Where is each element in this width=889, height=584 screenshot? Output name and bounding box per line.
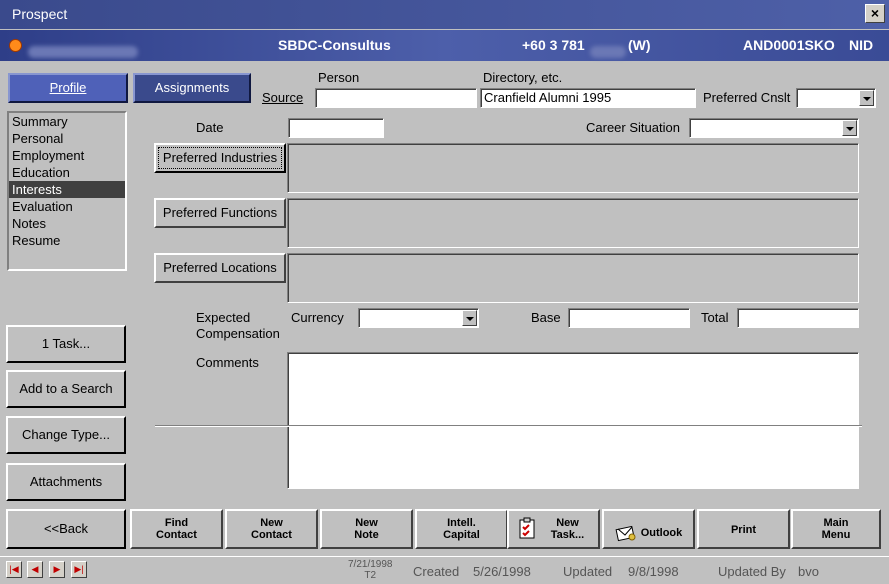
outlook-label: Outlook <box>640 526 683 539</box>
source-label: Source <box>262 90 304 105</box>
task-checklist-icon <box>519 517 535 539</box>
status-date-block: 7/21/1998 T2 <box>348 559 393 581</box>
print-label: Print <box>730 524 757 536</box>
new-note-label-2: Note <box>354 529 379 541</box>
record-header: SBDC-Consultus +60 3 781 (W) AND0001SKO … <box>0 30 889 61</box>
new-task-label-2: Task... <box>550 529 585 541</box>
updated-by-value: bvo <box>798 564 819 579</box>
directory-header: Directory, etc. <box>483 70 563 85</box>
nav-item[interactable]: Personal <box>9 130 125 147</box>
date-label: Date <box>196 120 224 135</box>
source-directory-field[interactable]: Cranfield Alumni 1995 <box>480 88 696 108</box>
center-name: SBDC-Consultus <box>278 37 391 53</box>
base-label: Base <box>531 310 561 325</box>
total-label: Total <box>701 310 729 325</box>
record-id: AND0001SKO <box>743 37 835 53</box>
intell-capital-label-1: Intell. <box>447 517 476 529</box>
back-button[interactable]: <<Back <box>6 509 126 549</box>
chevron-down-icon[interactable] <box>842 120 857 136</box>
created-label: Created <box>413 564 460 579</box>
nav-item[interactable]: Evaluation <box>9 198 125 215</box>
preferred-industries-area <box>287 143 859 193</box>
nav-item[interactable]: Education <box>9 164 125 181</box>
outlook-envelope-icon <box>615 525 636 542</box>
window-titlebar: Prospect × <box>0 0 889 29</box>
chevron-down-icon[interactable] <box>462 310 477 326</box>
tab-assignments[interactable]: Assignments <box>133 73 251 103</box>
date-field[interactable] <box>288 118 384 138</box>
intell-capital-button[interactable]: Intell. Capital <box>415 509 508 549</box>
comments-textarea[interactable] <box>287 352 859 489</box>
profile-section-list[interactable]: Summary Personal Employment Education In… <box>7 111 127 271</box>
source-person-field[interactable] <box>315 88 477 108</box>
preferred-functions-area <box>287 198 859 248</box>
last-record-icon[interactable]: ▶| <box>71 561 87 578</box>
preferred-cnslt-select[interactable] <box>796 88 876 108</box>
main-menu-label-1: Main <box>823 517 849 529</box>
record-flag: NID <box>849 37 874 53</box>
preferred-functions-button[interactable]: Preferred Functions <box>154 198 286 228</box>
created-value: 5/26/1998 <box>473 564 531 579</box>
nav-item-selected[interactable]: Interests <box>9 181 125 198</box>
preferred-industries-button[interactable]: Preferred Industries <box>154 143 286 173</box>
print-button[interactable]: Print <box>697 509 790 549</box>
change-type-button[interactable]: Change Type... <box>6 416 126 454</box>
new-task-label-1: New <box>556 517 579 529</box>
divider <box>155 425 862 427</box>
person-header: Person <box>318 70 360 85</box>
outlook-button[interactable]: Outlook <box>602 509 695 549</box>
status-bar: |◀ ◀ ▶ ▶| 7/21/1998 T2 Created 5/26/1998… <box>0 556 889 584</box>
base-field[interactable] <box>568 308 690 328</box>
task-button[interactable]: 1 Task... <box>6 325 126 363</box>
total-field[interactable] <box>737 308 859 328</box>
find-contact-label-2: Contact <box>156 529 197 541</box>
preferred-locations-area <box>287 253 859 303</box>
find-contact-label-1: Find <box>164 517 189 529</box>
new-contact-label-2: Contact <box>251 529 292 541</box>
phone-suffix: (W) <box>628 37 651 53</box>
status-dot-icon <box>9 39 22 52</box>
prev-record-icon[interactable]: ◀ <box>27 561 43 578</box>
tab-profile[interactable]: Profile <box>8 73 128 103</box>
preferred-cnslt-label: Preferred Cnslt <box>703 90 791 105</box>
currency-select[interactable] <box>358 308 479 328</box>
new-note-label-1: New <box>355 517 378 529</box>
add-to-search-button[interactable]: Add to a Search <box>6 370 126 408</box>
updated-label: Updated <box>563 564 613 579</box>
intell-capital-label-2: Capital <box>443 529 480 541</box>
compensation-label: Compensation <box>196 326 280 341</box>
status-date-top: 7/21/1998 <box>348 559 393 570</box>
updated-by-label: Updated By <box>718 564 786 579</box>
nav-item[interactable]: Employment <box>9 147 125 164</box>
main-menu-label-2: Menu <box>821 529 851 541</box>
expected-label: Expected <box>196 310 251 325</box>
nav-item[interactable]: Summary <box>9 113 125 130</box>
nav-item[interactable]: Notes <box>9 215 125 232</box>
new-task-button[interactable]: New Task... <box>507 509 600 549</box>
chevron-down-icon[interactable] <box>859 90 874 106</box>
new-contact-button[interactable]: New Contact <box>225 509 318 549</box>
comments-label: Comments <box>196 355 259 370</box>
window-title: Prospect <box>12 6 68 22</box>
main-menu-button[interactable]: Main Menu <box>791 509 881 549</box>
phone-prefix: +60 3 781 <box>522 37 585 53</box>
new-note-button[interactable]: New Note <box>320 509 413 549</box>
status-date-bottom: T2 <box>364 570 377 581</box>
find-contact-button[interactable]: Find Contact <box>130 509 223 549</box>
nav-item[interactable]: Resume <box>9 232 125 249</box>
career-situation-label: Career Situation <box>586 120 680 135</box>
close-button[interactable]: × <box>865 4 885 23</box>
updated-value: 9/8/1998 <box>628 564 679 579</box>
new-contact-label-1: New <box>260 517 283 529</box>
next-record-icon[interactable]: ▶ <box>49 561 65 578</box>
attachments-button[interactable]: Attachments <box>6 463 126 501</box>
currency-label: Currency <box>291 310 344 325</box>
career-situation-select[interactable] <box>689 118 859 138</box>
first-record-icon[interactable]: |◀ <box>6 561 22 578</box>
preferred-locations-button[interactable]: Preferred Locations <box>154 253 286 283</box>
